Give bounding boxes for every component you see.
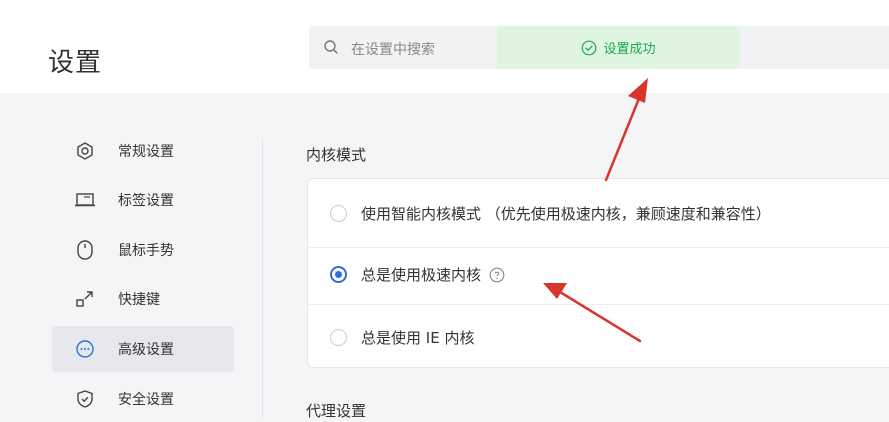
radio-button-checked[interactable] xyxy=(330,266,347,283)
option-divider xyxy=(308,304,889,305)
advanced-icon xyxy=(74,338,96,360)
general-settings-icon xyxy=(74,140,96,162)
check-circle-icon xyxy=(582,40,597,55)
option-label: 使用智能内核模式 （优先使用极速内核，兼顾速度和兼容性） xyxy=(361,205,771,223)
kernel-section-title: 内核模式 xyxy=(306,146,367,164)
sidebar-item-label: 快捷键 xyxy=(118,292,160,308)
annotation-arrow-toast xyxy=(604,78,648,182)
shield-icon xyxy=(74,388,96,410)
sidebar-item-advanced[interactable]: 高级设置 xyxy=(52,326,234,372)
sidebar-item-tabs[interactable]: 标签设置 xyxy=(52,177,234,223)
sidebar-item-shortcuts[interactable]: 快捷键 xyxy=(52,276,234,322)
sidebar-item-mouse-gestures[interactable]: 鼠标手势 xyxy=(52,227,234,273)
toast-text: 设置成功 xyxy=(603,42,656,57)
mouse-icon xyxy=(74,239,96,261)
page-title: 设置 xyxy=(48,48,103,78)
option-label: 总是使用 IE 内核 xyxy=(361,329,475,347)
kernel-mode-panel: 使用智能内核模式 （优先使用极速内核，兼顾速度和兼容性） 总是使用极速内核 总是… xyxy=(307,178,889,368)
sidebar-item-general[interactable]: 常规设置 xyxy=(52,128,234,174)
success-toast: 设置成功 xyxy=(497,26,740,69)
option-label: 总是使用极速内核 xyxy=(361,266,482,284)
sidebar-item-label: 高级设置 xyxy=(118,342,174,358)
kernel-option-ie[interactable]: 总是使用 IE 内核 xyxy=(330,327,474,348)
radio-button[interactable] xyxy=(330,329,347,346)
sidebar-item-security[interactable]: 安全设置 xyxy=(52,376,234,422)
help-icon[interactable] xyxy=(489,267,505,283)
search-placeholder: 在设置中搜索 xyxy=(351,42,435,58)
sidebar-item-label: 鼠标手势 xyxy=(118,243,174,259)
sidebar-divider xyxy=(262,138,263,418)
shortcut-icon xyxy=(74,288,96,310)
sidebar-item-label: 安全设置 xyxy=(118,392,174,408)
search-icon xyxy=(324,40,338,54)
kernel-option-speed[interactable]: 总是使用极速内核 xyxy=(330,264,505,285)
sidebar-item-label: 常规设置 xyxy=(118,144,174,160)
sidebar-item-label: 标签设置 xyxy=(118,193,174,209)
option-divider xyxy=(308,247,889,248)
radio-button[interactable] xyxy=(330,205,347,222)
kernel-option-smart[interactable]: 使用智能内核模式 （优先使用极速内核，兼顾速度和兼容性） xyxy=(330,203,771,224)
tab-settings-icon xyxy=(74,189,96,211)
header: 设置 在设置中搜索 设置成功 xyxy=(0,0,889,93)
